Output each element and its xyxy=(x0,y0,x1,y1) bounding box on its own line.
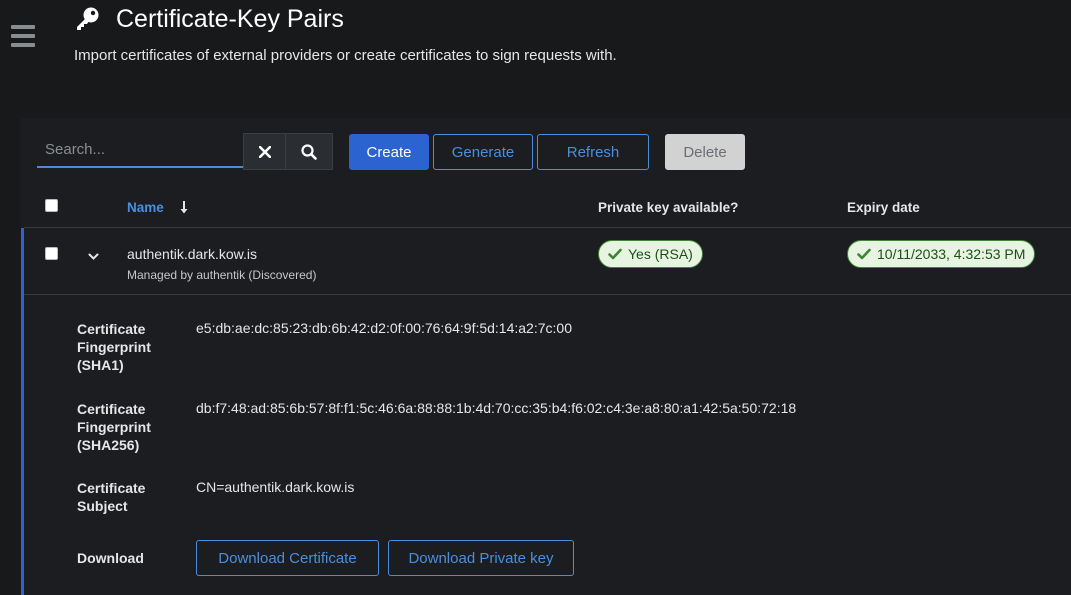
row-subtitle: Managed by authentik (Discovered) xyxy=(127,268,317,282)
delete-button[interactable]: Delete xyxy=(665,134,745,170)
search-input[interactable] xyxy=(37,133,243,168)
subject-value: CN=authentik.dark.kow.is xyxy=(196,479,355,495)
generate-button[interactable]: Generate xyxy=(433,134,533,170)
expanded-row-indicator xyxy=(21,228,24,595)
private-key-badge: Yes (RSA) xyxy=(598,240,703,268)
hamburger-menu-icon[interactable] xyxy=(11,25,35,47)
search-group xyxy=(37,133,333,170)
row-name: authentik.dark.kow.is xyxy=(127,246,257,262)
download-private-key-button[interactable]: Download Private key xyxy=(388,540,574,576)
close-icon xyxy=(258,145,271,158)
chevron-down-icon[interactable] xyxy=(88,248,99,266)
page-description: Import certificates of external provider… xyxy=(74,47,617,64)
clear-search-button[interactable] xyxy=(243,133,286,170)
key-icon xyxy=(74,6,100,32)
check-icon xyxy=(608,248,622,260)
sha256-label: Certificate Fingerprint (SHA256) xyxy=(77,401,151,453)
sha1-label: Certificate Fingerprint (SHA1) xyxy=(77,321,151,373)
column-header-name[interactable]: Name xyxy=(127,200,164,215)
expiry-badge: 10/11/2033, 4:32:53 PM xyxy=(847,240,1036,268)
expiry-value: 10/11/2033, 4:32:53 PM xyxy=(877,246,1026,262)
row-divider xyxy=(24,294,1071,295)
header-divider xyxy=(24,227,1071,228)
page-title: Certificate-Key Pairs xyxy=(116,5,344,33)
column-header-private-key[interactable]: Private key available? xyxy=(598,200,738,215)
sort-arrow-down-icon[interactable] xyxy=(179,200,189,220)
download-certificate-button[interactable]: Download Certificate xyxy=(196,540,379,576)
private-key-value: Yes (RSA) xyxy=(628,246,693,262)
check-icon xyxy=(857,248,871,260)
select-all-checkbox[interactable] xyxy=(45,199,58,212)
sha1-value: e5:db:ae:dc:85:23:db:6b:42:d2:0f:00:76:6… xyxy=(196,320,572,336)
column-header-expiry[interactable]: Expiry date xyxy=(847,200,920,215)
search-icon xyxy=(301,143,317,160)
sha256-value: db:f7:48:ad:85:6b:57:8f:f1:5c:46:6a:88:8… xyxy=(196,400,797,416)
subject-label: Certificate Subject xyxy=(77,480,146,514)
refresh-button[interactable]: Refresh xyxy=(537,134,649,170)
download-label: Download xyxy=(77,550,144,566)
row-checkbox[interactable] xyxy=(45,247,58,260)
search-button[interactable] xyxy=(285,133,333,170)
create-button[interactable]: Create xyxy=(349,134,429,170)
